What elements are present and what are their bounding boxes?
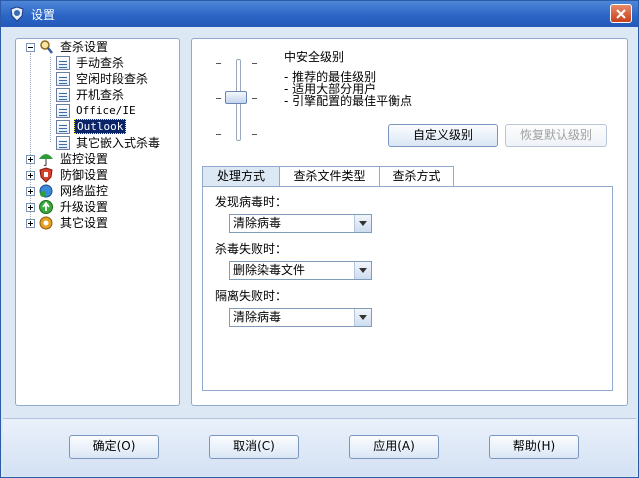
window-title: 设置: [31, 8, 56, 22]
security-level-title: 中安全级别: [284, 50, 345, 64]
close-icon: [616, 9, 626, 19]
magnifier-icon: [38, 39, 54, 55]
tree-item-boot-scan[interactable]: 开机查杀: [56, 87, 126, 102]
found-virus-select[interactable]: 清除病毒: [229, 214, 372, 233]
apply-button[interactable]: 应用(A): [349, 435, 439, 459]
tab-scan-method[interactable]: 查杀方式: [379, 166, 454, 186]
kill-failed-select[interactable]: 删除染毒文件: [229, 261, 372, 280]
title-bar[interactable]: 设置: [1, 1, 638, 27]
document-icon: [56, 87, 70, 102]
collapse-icon[interactable]: [26, 43, 35, 52]
expand-icon[interactable]: [26, 187, 35, 196]
help-button[interactable]: 帮助(H): [489, 435, 579, 459]
restore-default-level-button[interactable]: 恢复默认级别: [505, 124, 607, 147]
close-button[interactable]: [610, 4, 632, 23]
tab-handling[interactable]: 处理方式: [202, 166, 280, 187]
tree-item-upgrade[interactable]: 升级设置: [22, 199, 110, 214]
isolate-failed-select[interactable]: 清除病毒: [229, 308, 372, 327]
upgrade-icon: [39, 199, 53, 214]
tree-item-idle-scan[interactable]: 空闲时段查杀: [56, 71, 150, 86]
expand-icon[interactable]: [26, 171, 35, 180]
document-icon: [56, 55, 70, 70]
settings-window: 设置 查杀设置 手动查杀 空闲时段查杀 开机查杀 Office/IE Outlo…: [0, 0, 639, 478]
level-description-line: - 引擎配置的最佳平衡点: [284, 94, 413, 108]
expand-icon[interactable]: [26, 203, 35, 212]
app-shield-icon: [10, 6, 24, 22]
isolate-failed-label: 隔离失败时：: [215, 289, 288, 303]
tree-item-outlook[interactable]: Outlook: [56, 119, 127, 134]
found-virus-label: 发现病毒时：: [215, 195, 288, 209]
document-icon: [56, 135, 70, 150]
cancel-button[interactable]: 取消(C): [209, 435, 299, 459]
kill-failed-label: 杀毒失败时：: [215, 242, 288, 256]
network-icon: [39, 184, 53, 197]
dialog-button-bar: 确定(O) 取消(C) 应用(A) 帮助(H): [3, 418, 636, 476]
tree-item-scan-settings[interactable]: 查杀设置: [22, 39, 110, 54]
document-icon: [56, 119, 70, 134]
dropdown-arrow-icon[interactable]: [354, 262, 371, 279]
document-icon: [56, 71, 70, 86]
tree-item-manual-scan[interactable]: 手动查杀: [56, 55, 126, 70]
gear-icon: [39, 216, 53, 229]
tree-item-office-ie[interactable]: Office/IE: [56, 103, 138, 118]
tree-item-embedded-scan[interactable]: 其它嵌入式杀毒: [56, 135, 162, 150]
dropdown-arrow-icon[interactable]: [354, 215, 371, 232]
tree-item-network[interactable]: 网络监控: [22, 183, 110, 198]
settings-content: 中安全级别 - 推荐的最佳级别 - 适用大部分用户 - 引擎配置的最佳平衡点 自…: [191, 38, 628, 406]
umbrella-icon: [39, 153, 53, 166]
tree-item-other[interactable]: 其它设置: [22, 215, 110, 230]
expand-icon[interactable]: [26, 219, 35, 228]
ok-button[interactable]: 确定(O): [69, 435, 159, 459]
expand-icon[interactable]: [26, 155, 35, 164]
dropdown-arrow-icon[interactable]: [354, 309, 371, 326]
settings-tree: 查杀设置 手动查杀 空闲时段查杀 开机查杀 Office/IE Outlook …: [15, 38, 180, 406]
shield-icon: [39, 166, 53, 183]
tab-panel-handling: 发现病毒时： 清除病毒 杀毒失败时： 删除染毒文件 隔离失败时： 清除病毒: [202, 186, 613, 391]
custom-level-button[interactable]: 自定义级别: [388, 124, 498, 147]
tab-file-types[interactable]: 查杀文件类型: [279, 166, 380, 186]
document-icon: [56, 103, 70, 118]
security-level-slider-thumb[interactable]: [225, 91, 247, 104]
tree-item-defense[interactable]: 防御设置: [22, 166, 110, 183]
tree-item-monitor[interactable]: 监控设置: [22, 151, 110, 166]
